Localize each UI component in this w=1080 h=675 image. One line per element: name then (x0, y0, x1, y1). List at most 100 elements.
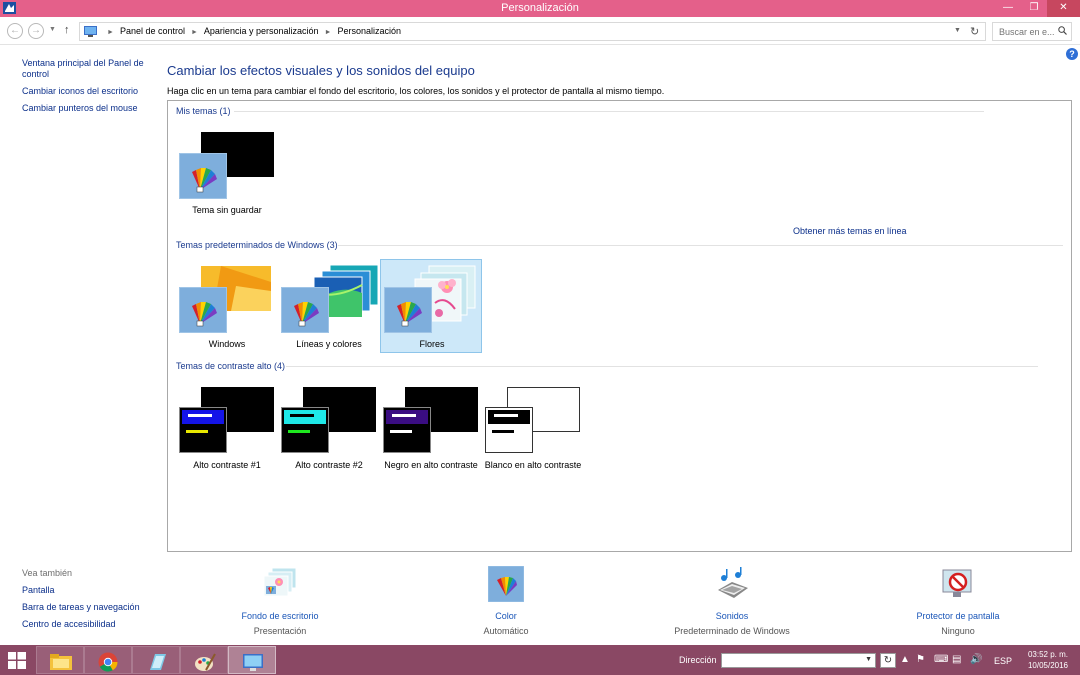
taskbar-file-explorer[interactable] (36, 646, 84, 674)
nav-link-desktop-icons[interactable]: Cambiar iconos del escritorio (22, 86, 152, 97)
chrome-icon (98, 652, 118, 672)
forward-button[interactable]: → (28, 23, 44, 39)
get-more-themes-link[interactable]: Obtener más temas en línea (793, 226, 907, 236)
theme-preview-window (281, 407, 329, 453)
taskbar-control-panel[interactable] (228, 646, 276, 674)
sounds-value: Predeterminado de Windows (674, 626, 790, 636)
theme-label: Windows (208, 339, 246, 349)
theme-label: Flores (419, 339, 445, 349)
page-description: Haga clic en un tema para cambiar el fon… (167, 86, 665, 96)
see-also-section: Vea también Pantalla Barra de tareas y n… (22, 568, 152, 636)
color-palette-icon (179, 287, 227, 333)
help-icon[interactable]: ? (1066, 48, 1078, 60)
screensaver-item[interactable]: Protector de pantalla Ninguno (873, 566, 1043, 636)
network-icon[interactable]: ▤ (952, 654, 961, 665)
screensaver-icon (942, 569, 972, 597)
theme-flowers[interactable]: Flores (380, 259, 482, 353)
restore-button[interactable]: ❐ (1021, 0, 1047, 17)
sounds-icon (718, 567, 748, 598)
volume-icon[interactable]: 🔊 (970, 654, 982, 665)
see-also-accessibility[interactable]: Centro de accesibilidad (22, 619, 152, 630)
theme-unsaved[interactable]: Tema sin guardar (176, 129, 278, 219)
section-divider (234, 111, 984, 112)
section-title-my-themes: Mis temas (1) (176, 106, 231, 116)
theme-high-contrast-black[interactable]: Negro en alto contraste (380, 383, 482, 483)
address-toolbar-input[interactable]: ▼ (721, 653, 876, 668)
see-also-taskbar[interactable]: Barra de tareas y navegación (22, 602, 152, 613)
paint-icon (195, 653, 216, 671)
chevron-right-icon[interactable]: ► (325, 29, 332, 36)
theme-preview-window (485, 407, 533, 453)
language-indicator[interactable]: ESP (994, 656, 1012, 666)
back-button[interactable]: ← (7, 23, 23, 39)
theme-preview-window (179, 407, 227, 453)
screensaver-value: Ninguno (941, 626, 975, 636)
theme-high-contrast-2[interactable]: Alto contraste #2 (278, 383, 380, 483)
theme-high-contrast-1[interactable]: Alto contraste #1 (176, 383, 278, 483)
close-button[interactable]: ✕ (1047, 0, 1080, 17)
address-dropdown-icon[interactable]: ▼ (954, 27, 961, 34)
up-button[interactable]: ↑ (64, 24, 70, 36)
window-title: Personalización (501, 2, 579, 14)
theme-label: Alto contraste #2 (295, 460, 363, 470)
address-toolbar-label: Dirección (679, 655, 717, 665)
nav-link-mouse-pointers[interactable]: Cambiar punteros del mouse (22, 103, 152, 114)
breadcrumb-control-panel[interactable]: Panel de control (120, 26, 185, 36)
control-panel-icon (243, 654, 263, 671)
windows-start-icon[interactable] (8, 652, 26, 669)
show-hidden-icons-icon[interactable]: ▲ (900, 654, 910, 665)
color-palette-icon (488, 566, 524, 602)
themes-panel: Mis temas (1) Tema sin guardar Obtener m… (167, 100, 1072, 552)
see-also-display[interactable]: Pantalla (22, 585, 152, 596)
desktop-background-link[interactable]: Fondo de escritorio (195, 611, 365, 621)
keyboard-icon[interactable]: ⌨ (934, 654, 948, 665)
search-icon[interactable] (1058, 26, 1067, 35)
minimize-button[interactable]: — (995, 0, 1021, 17)
theme-label: Líneas y colores (296, 339, 362, 349)
desktop-background-item[interactable]: Fondo de escritorio Presentación (195, 566, 365, 636)
theme-lines-and-colors[interactable]: Líneas y colores (278, 259, 380, 351)
chevron-down-icon[interactable]: ▼ (865, 656, 872, 663)
refresh-icon[interactable]: ↻ (970, 25, 979, 38)
color-link[interactable]: Color (421, 611, 591, 621)
color-palette-icon (384, 287, 432, 333)
theme-preview-window (383, 407, 431, 453)
taskbar-chrome[interactable] (84, 646, 132, 674)
taskbar-paint[interactable] (180, 646, 228, 674)
taskbar: Dirección ▼ ↻ ▲ ⚑ ⌨ ▤ 🔊 ESP 03:52 p. m. … (0, 645, 1080, 675)
breadcrumb-appearance[interactable]: Apariencia y personalización (204, 26, 319, 36)
theme-windows[interactable]: Windows (176, 259, 278, 351)
desktop-background-icon (263, 567, 297, 597)
breadcrumb: ► Panel de control ► Apariencia y personali… (101, 26, 401, 36)
title-bar: Personalización — ❐ ✕ (0, 0, 1080, 17)
section-title-windows-themes: Temas predeterminados de Windows (3) (176, 240, 338, 250)
sounds-item[interactable]: Sonidos Predeterminado de Windows (647, 566, 817, 636)
breadcrumb-personalization[interactable]: Personalización (337, 26, 401, 36)
section-title-high-contrast: Temas de contraste alto (4) (176, 361, 286, 371)
color-palette-icon (281, 287, 329, 333)
nav-link-control-panel-home[interactable]: Ventana principal del Panel de control (22, 58, 152, 80)
taskbar-app[interactable] (132, 646, 180, 674)
address-bar: ← → ▼ ↑ ► Panel de control ► Apariencia y p… (0, 17, 1080, 45)
section-divider (338, 245, 1063, 246)
clock-time: 03:52 p. m. (1027, 650, 1068, 659)
action-center-flag-icon[interactable]: ⚑ (916, 654, 925, 665)
search-input[interactable] (993, 23, 1055, 40)
recent-locations-dropdown[interactable]: ▼ (49, 26, 56, 33)
address-field[interactable]: ► Panel de control ► Apariencia y personali… (79, 22, 986, 41)
page-title: Cambiar los efectos visuales y los sonid… (167, 63, 475, 78)
clock[interactable]: 03:52 p. m. 10/05/2016 (1022, 649, 1068, 671)
search-box[interactable] (992, 22, 1072, 41)
theme-high-contrast-white[interactable]: Blanco en alto contraste (482, 383, 584, 483)
desktop-background-value: Presentación (253, 626, 307, 636)
chevron-right-icon: ► (107, 29, 114, 36)
sounds-link[interactable]: Sonidos (647, 611, 817, 621)
refresh-icon[interactable]: ↻ (880, 653, 896, 668)
screensaver-link[interactable]: Protector de pantalla (873, 611, 1043, 621)
left-navigation: Ventana principal del Panel de control C… (22, 58, 152, 120)
theme-label: Blanco en alto contraste (484, 460, 582, 470)
theme-label: Alto contraste #1 (193, 460, 261, 470)
color-item[interactable]: Color Automático (421, 566, 591, 636)
chevron-right-icon[interactable]: ► (191, 29, 198, 36)
app-icon (150, 654, 166, 670)
